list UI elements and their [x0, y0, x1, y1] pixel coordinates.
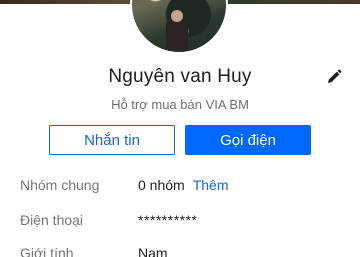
pencil-icon[interactable]	[324, 67, 344, 87]
avatar[interactable]	[130, 0, 228, 54]
add-group-link[interactable]: Thêm	[193, 177, 229, 193]
profile-subtitle: Hỗ trợ mua bán VIA BM	[111, 97, 249, 112]
message-button[interactable]: Nhắn tin	[49, 125, 175, 155]
info-row-phone: Điện thoại **********	[20, 212, 350, 232]
profile-name: Nguyên van Huy	[108, 66, 252, 87]
phone-value: **********	[138, 212, 198, 228]
info-row-gender: Giới tính Nam	[20, 245, 350, 257]
gender-label: Giới tính	[20, 245, 74, 257]
avatar-face	[171, 10, 183, 22]
phone-label: Điện thoại	[20, 212, 84, 228]
groups-label: Nhóm chung	[20, 177, 100, 193]
call-button[interactable]: Gọi điện	[185, 125, 311, 155]
profile-card: Nguyên van Huy Hỗ trợ mua bán VIA BM Nhắ…	[0, 0, 360, 257]
info-row-groups: Nhóm chung 0 nhóm Thêm	[20, 177, 350, 197]
gender-value: Nam	[138, 245, 168, 257]
groups-value-wrap: 0 nhóm Thêm	[138, 177, 229, 193]
groups-value: 0 nhóm	[138, 177, 185, 193]
